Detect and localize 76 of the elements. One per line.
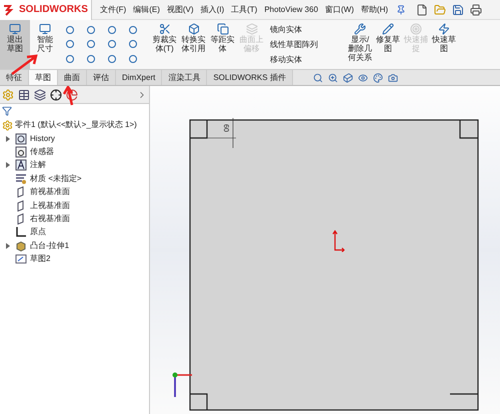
save-icon[interactable] <box>452 4 464 16</box>
monitor-icon <box>9 23 21 35</box>
scissors-icon <box>158 23 170 35</box>
monitor-icon <box>39 23 51 35</box>
wrench-icon <box>354 23 366 35</box>
pencil-icon <box>382 23 394 35</box>
material-icon <box>15 172 27 185</box>
part-icon <box>2 120 13 130</box>
tree-item[interactable]: 材质 <未指定> <box>30 172 82 185</box>
ribbon-list-item[interactable]: 移动实体 <box>270 54 342 66</box>
app-logo: SOLIDWORKS <box>19 3 88 17</box>
ribbon-button[interactable]: 退出草图 <box>0 20 30 69</box>
tree-item[interactable]: 传感器 <box>30 146 54 158</box>
expand-arrow-icon[interactable] <box>6 242 10 249</box>
palette-icon[interactable] <box>372 72 383 82</box>
print-icon[interactable] <box>470 4 482 16</box>
annotation-icon <box>15 159 27 172</box>
menu-item[interactable]: 文件(F) <box>100 4 126 16</box>
axis-triad-icon <box>172 372 194 398</box>
lightning-icon <box>438 23 450 35</box>
ribbon-list-item[interactable]: 线性草图阵列 <box>270 38 342 50</box>
copy-icon <box>216 23 228 35</box>
menu-item[interactable]: 窗口(W) <box>325 4 354 16</box>
boss-extrude-icon <box>15 240 27 252</box>
menu-item[interactable]: PhotoView 360 <box>264 4 318 16</box>
tree-root[interactable]: 零件1 (默认<<默认>_显示状态 1>) <box>15 119 137 131</box>
ribbon-list-item[interactable]: 镜向实体 <box>270 24 342 36</box>
zoom-icon[interactable] <box>328 72 338 82</box>
filter-icon[interactable] <box>2 106 12 116</box>
tab[interactable]: 渲染工具 <box>162 70 208 85</box>
appearance-tab-icon[interactable] <box>66 88 78 100</box>
sensor-icon <box>15 146 27 158</box>
eye-icon[interactable] <box>358 72 368 82</box>
menu-item[interactable]: 视图(V) <box>166 4 194 16</box>
tree-item[interactable]: 上视基准面 <box>30 200 70 212</box>
menu-item[interactable]: 插入(I) <box>200 4 224 16</box>
history-icon <box>15 132 27 145</box>
tree-item[interactable]: 草图2 <box>30 253 50 266</box>
ribbon-button[interactable]: 快速草图 <box>430 20 458 69</box>
origin-icon <box>15 226 27 238</box>
expand-arrow-icon[interactable] <box>6 136 10 142</box>
menu-item[interactable]: 工具(T) <box>231 4 258 16</box>
tree-item[interactable]: 右视基准面 <box>30 213 70 226</box>
configuration-tab-icon[interactable] <box>34 88 46 100</box>
tab[interactable]: 草图 <box>29 70 58 85</box>
ribbon-button[interactable]: 剪裁实体(T) <box>150 20 179 69</box>
tree-item[interactable]: 前视基准面 <box>30 186 70 198</box>
ribbon-button[interactable]: 等距实体 <box>208 20 237 69</box>
tree-item[interactable]: 凸台-拉伸1 <box>30 240 70 252</box>
view-cube-icon[interactable] <box>342 72 353 82</box>
tab[interactable]: 评估 <box>87 70 116 85</box>
ribbon-button[interactable]: 转换实体引用 <box>179 20 208 69</box>
tab[interactable]: 特征 <box>0 70 29 85</box>
tab[interactable]: DimXpert <box>116 70 162 85</box>
property-manager-tab-icon[interactable] <box>18 88 30 100</box>
menu-item[interactable]: 编辑(E) <box>133 4 160 16</box>
tab[interactable]: SOLIDWORKS 插件 <box>207 70 293 85</box>
target-icon <box>410 23 422 35</box>
sketch-icon <box>15 253 27 266</box>
ribbon-button[interactable]: 修复草图 <box>374 20 402 69</box>
origin-icon <box>332 230 345 252</box>
new-file-icon[interactable] <box>416 4 428 16</box>
expand-arrow-icon[interactable] <box>6 162 10 168</box>
menu-item[interactable]: 帮助(H) <box>360 4 388 16</box>
pin-icon[interactable] <box>396 4 406 14</box>
camera-icon[interactable] <box>388 72 398 82</box>
crosshair-tab-icon[interactable] <box>50 88 62 100</box>
zoom-fit-icon[interactable] <box>312 72 323 82</box>
tab[interactable]: 曲面 <box>58 70 87 85</box>
tree-item[interactable]: 原点 <box>30 226 46 238</box>
tree-item[interactable]: 注解 <box>30 159 46 172</box>
ribbon-button[interactable]: 智能尺寸 <box>30 20 60 69</box>
tree-item[interactable]: History <box>30 132 55 145</box>
ribbon-button[interactable]: 显示/删除几何关系 <box>346 20 374 69</box>
layers-icon <box>246 23 258 35</box>
cube-icon <box>188 23 200 35</box>
